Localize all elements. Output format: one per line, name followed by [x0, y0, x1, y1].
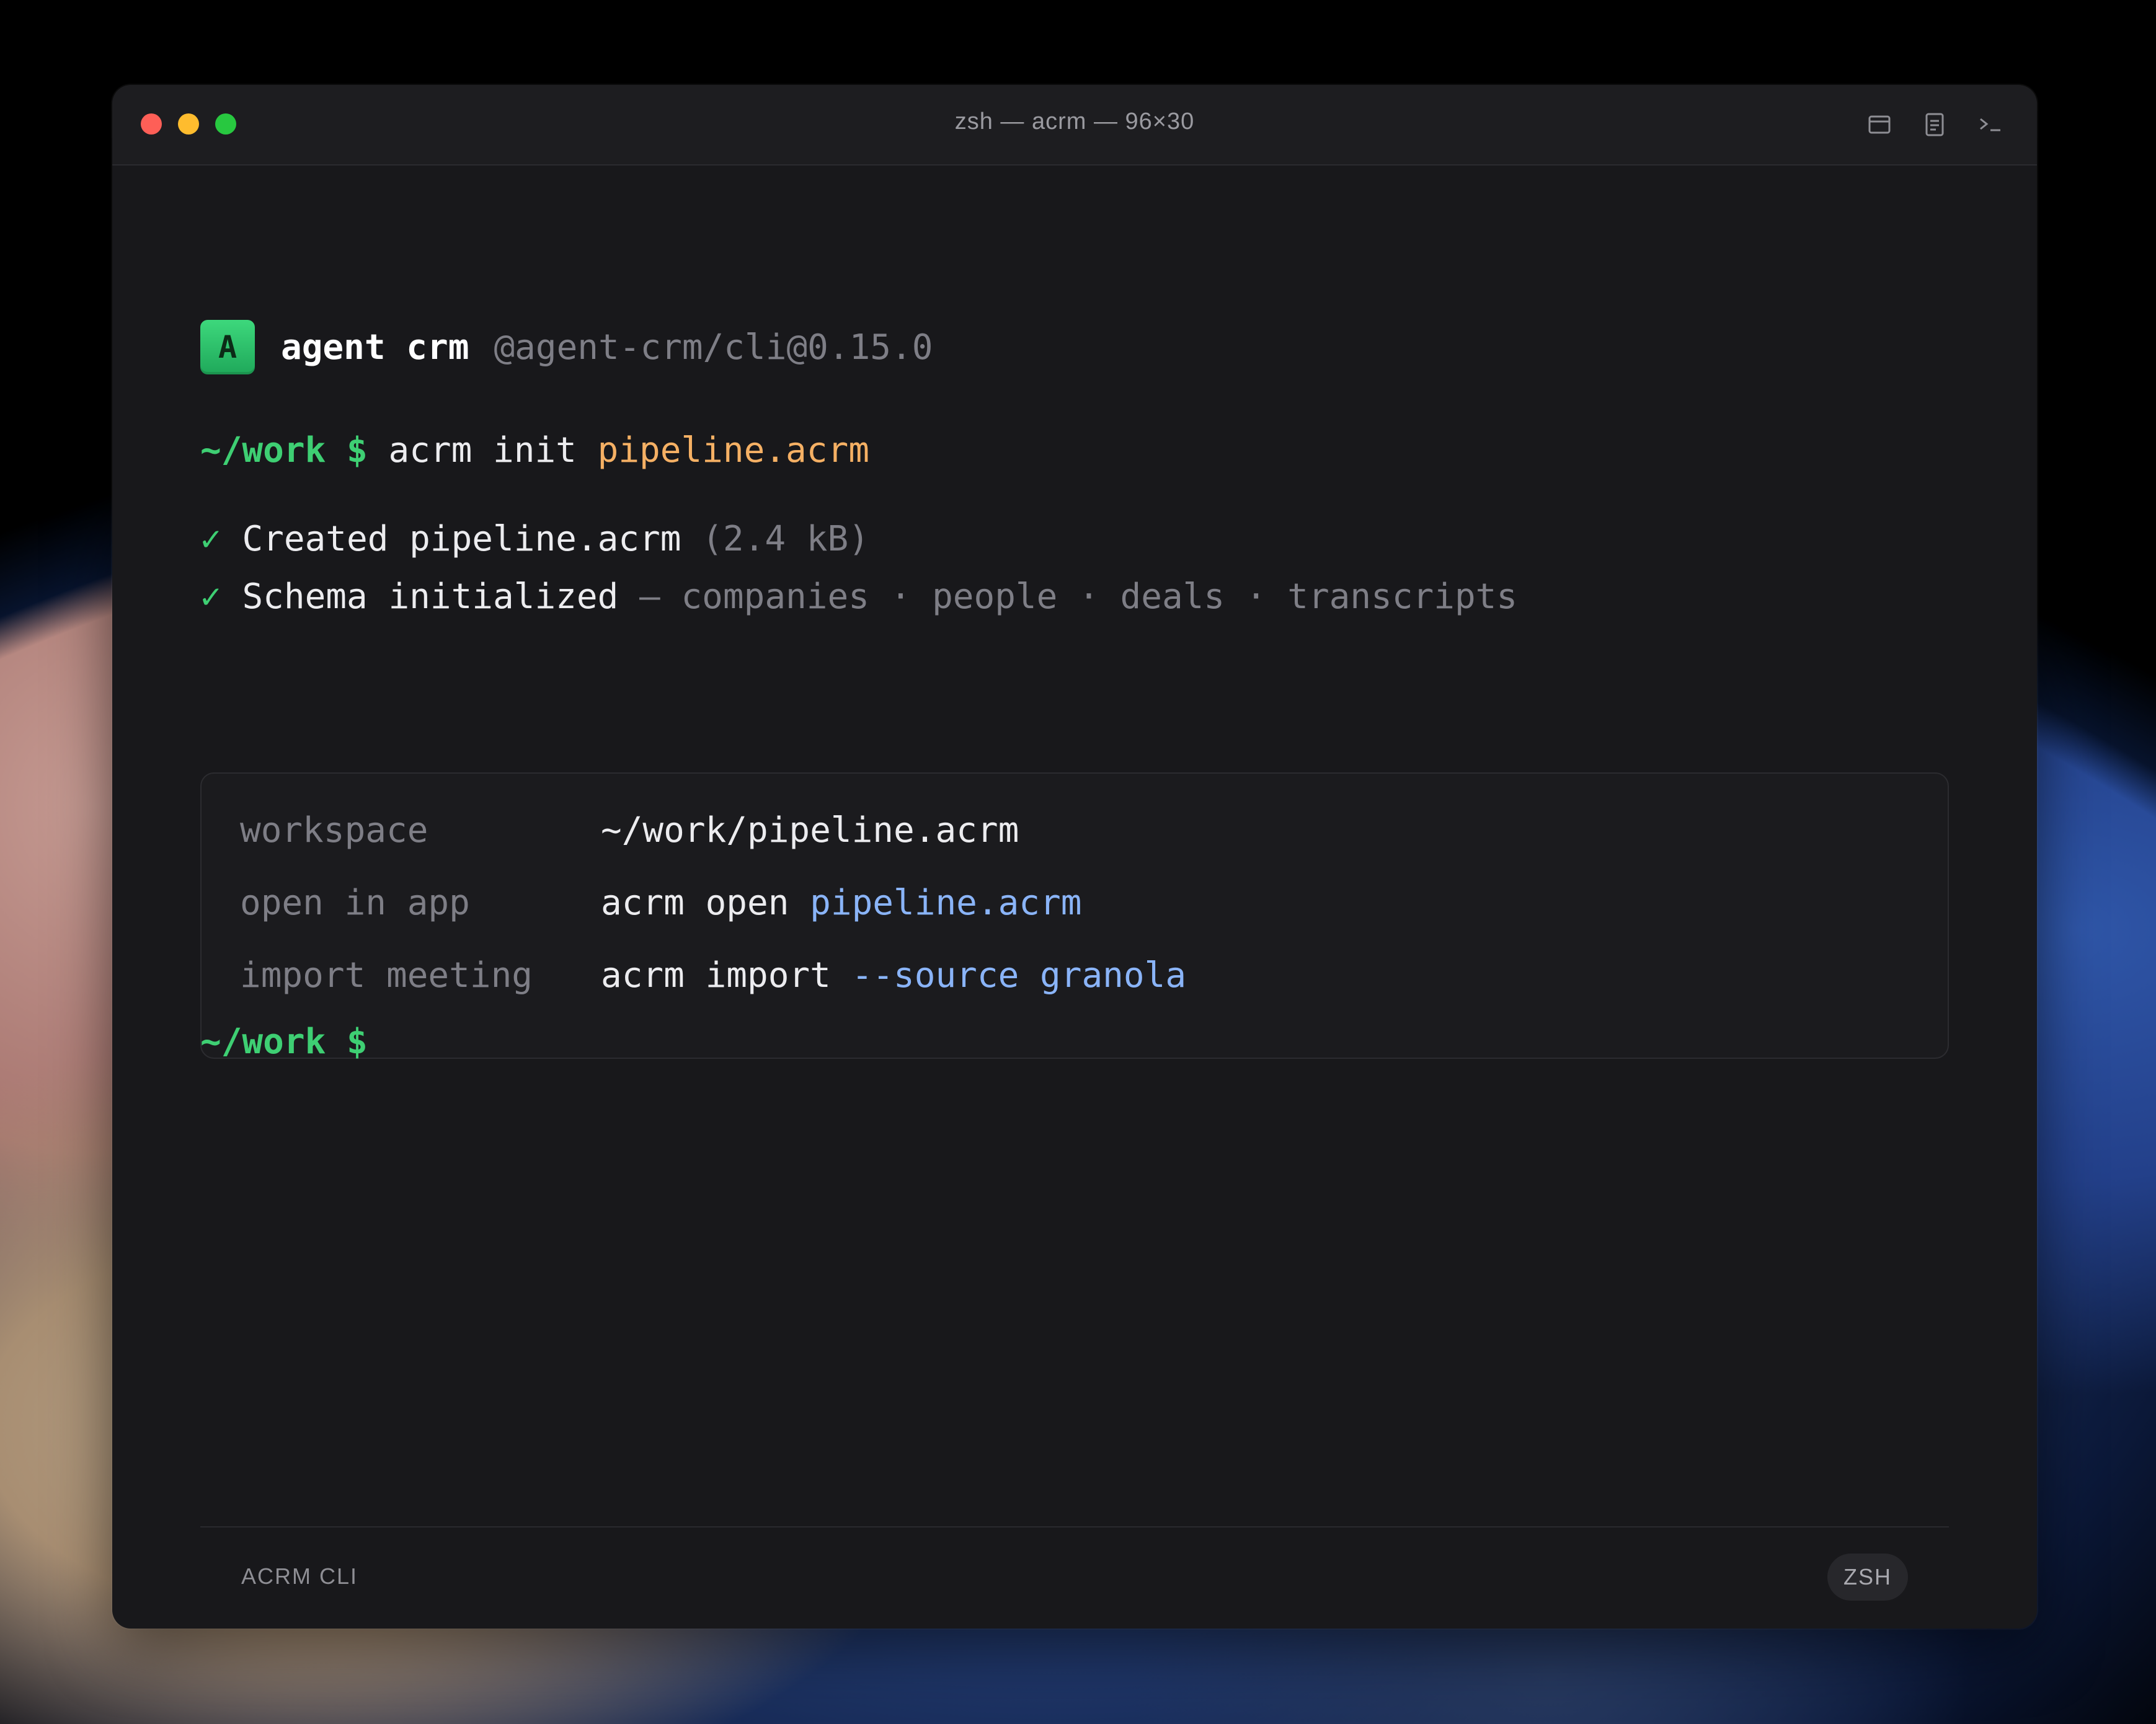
info-key: open in app [240, 883, 470, 923]
schema-table: transcripts [1287, 577, 1518, 617]
document-icon[interactable] [1921, 111, 1948, 138]
info-argument: pipeline.acrm [810, 883, 1082, 923]
schema-dot: · [890, 577, 912, 617]
prompt-symbol: $ [347, 1022, 368, 1062]
window-icon[interactable] [1866, 111, 1893, 138]
output-schema: ✓ Schema initialized — companies · peopl… [200, 572, 1517, 622]
command-text: acrm init [388, 430, 577, 471]
schema-dot: · [1078, 577, 1099, 617]
info-value: ~/work/pipeline.acrm [601, 810, 1019, 851]
package-version: @agent-crm/cli@0.15.0 [494, 327, 933, 368]
cli-header: A agent crm @agent-crm/cli@0.15.0 [200, 319, 933, 375]
prompt-path: ~/work [200, 430, 326, 471]
window-title: zsh — acrm — 96×30 [954, 108, 1195, 135]
prompt-path: ~/work [200, 1022, 326, 1062]
schema-dot: · [1245, 577, 1267, 617]
info-row-workspace: workspace ~/work/pipeline.acrm [240, 806, 1019, 855]
created-size: (2.4 kB) [702, 519, 869, 559]
created-label: Created pipeline.acrm [242, 519, 681, 559]
app-logo: A [200, 320, 255, 374]
active-prompt[interactable]: ~/work $ [200, 1017, 368, 1067]
prompt-symbol: $ [347, 430, 368, 471]
title-bar[interactable]: zsh — acrm — 96×30 [112, 85, 2037, 166]
terminal-window: zsh — acrm — 96×30 A agent crm @agent-cr… [112, 85, 2037, 1629]
command-line: ~/work $ acrm init pipeline.acrm [200, 426, 869, 475]
schema-table: deals [1120, 577, 1225, 617]
info-key: workspace [240, 810, 428, 851]
info-argument: --source granola [851, 955, 1187, 996]
terminal-icon[interactable] [1977, 111, 2004, 138]
footer-label: ACRM CLI [241, 1563, 358, 1589]
schema-separator: — [639, 577, 660, 617]
info-row-import: import meeting acrm import --source grano… [240, 951, 1186, 1001]
info-panel: workspace ~/work/pipeline.acrm open in ap… [200, 772, 1949, 1059]
check-icon: ✓ [200, 519, 221, 559]
schema-label: Schema initialized [242, 577, 619, 617]
shell-badge: ZSH [1827, 1554, 1908, 1601]
schema-table: companies [681, 577, 869, 617]
app-name: agent crm [281, 327, 469, 368]
command-argument: pipeline.acrm [597, 430, 869, 471]
info-key: import meeting [240, 955, 533, 996]
output-created: ✓ Created pipeline.acrm (2.4 kB) [200, 515, 869, 564]
info-command: acrm import [601, 955, 831, 996]
status-footer: ACRM CLI ZSH [200, 1526, 1949, 1629]
info-command: acrm open [601, 883, 789, 923]
info-row-open: open in app acrm open pipeline.acrm [240, 878, 1081, 928]
check-icon: ✓ [200, 577, 221, 617]
schema-table: people [932, 577, 1058, 617]
